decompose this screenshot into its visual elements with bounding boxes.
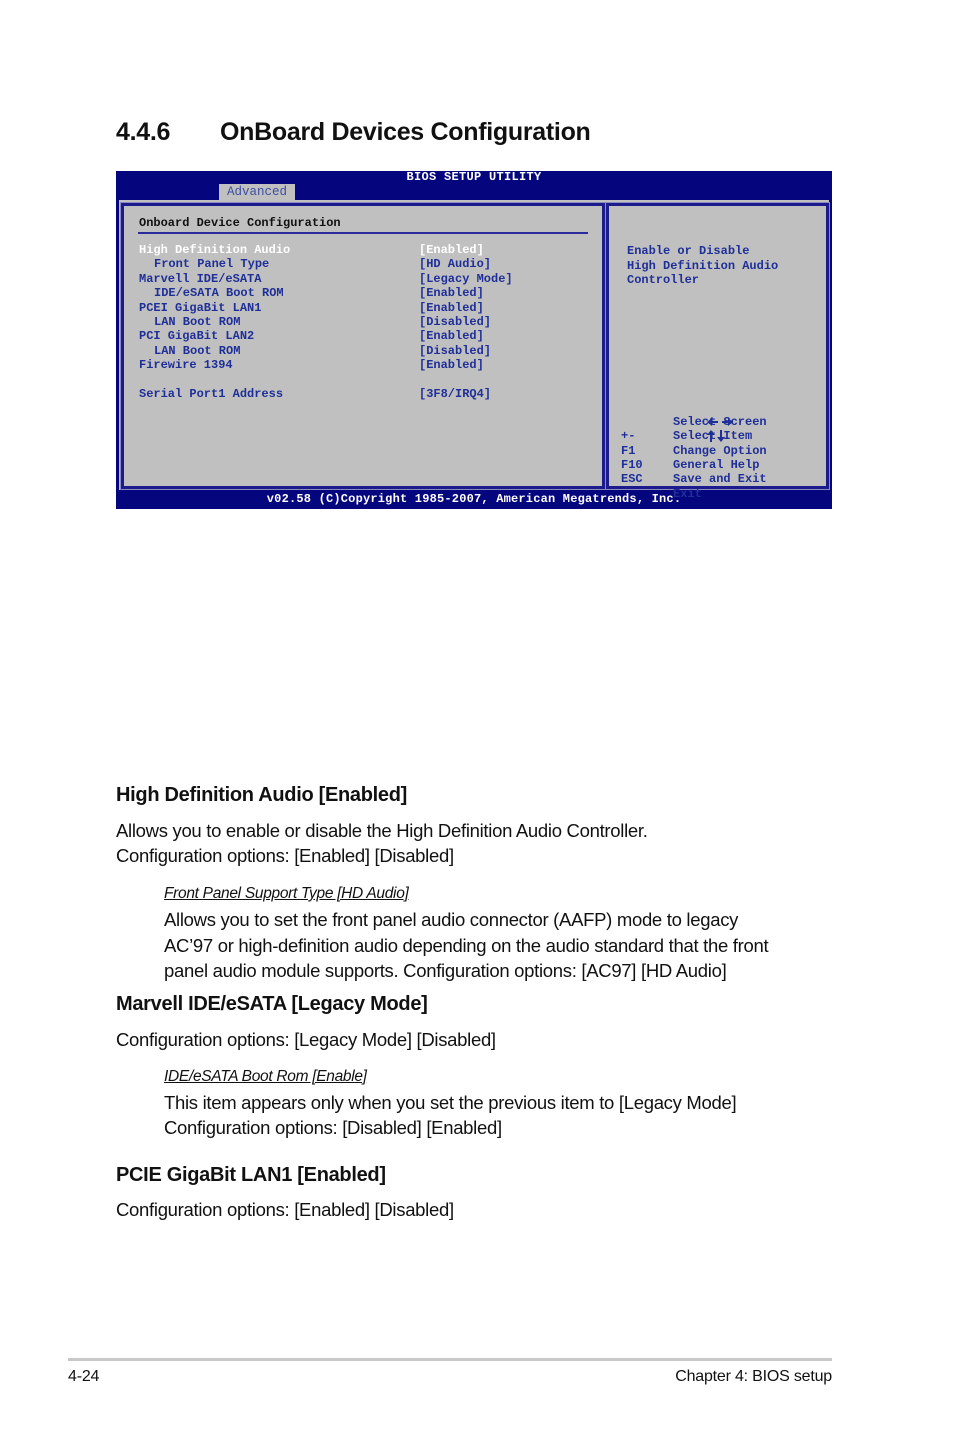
bios-setting-row[interactable]: IDE/eSATA Boot ROM [Enabled]	[139, 286, 599, 300]
settings-panel: Onboard Device Configuration High Defini…	[121, 203, 605, 489]
front-panel-desc-2: AC’97 or high-definition audio depending…	[164, 935, 769, 956]
key-row: Select Item	[621, 400, 752, 443]
bios-setting-row[interactable]: Firewire 1394 [Enabled]	[139, 358, 599, 372]
setting-value[interactable]: [Enabled]	[419, 301, 484, 315]
key-row: F1 General Help	[621, 429, 759, 472]
setting-label: PCI GigaBit LAN2	[139, 329, 255, 344]
setting-value[interactable]: [Enabled]	[419, 329, 484, 343]
setting-label: High Definition Audio	[139, 243, 291, 257]
hda-options: Configuration options: [Enabled] [Disabl…	[116, 845, 454, 866]
front-panel-desc-3: panel audio module supports. Configurati…	[164, 960, 727, 981]
key-label: ESC	[621, 472, 643, 487]
setting-label: LAN Boot ROM	[154, 314, 241, 329]
esata-boot-desc: This item appears only when you set the …	[164, 1092, 737, 1113]
bios-setting-row[interactable]: LAN Boot ROM [Disabled]	[139, 344, 599, 358]
chapter-label: Chapter 4: BIOS setup	[675, 1368, 832, 1385]
bios-setting-row[interactable]: Serial Port1 Address [3F8/IRQ4]	[139, 387, 599, 401]
setting-value[interactable]: [Enabled]	[419, 286, 484, 300]
bios-setting-row[interactable]: PCI GigaBit LAN2 [Enabled]	[139, 329, 599, 343]
section-heading: 4.4.6 OnBoard Devices Configuration	[116, 118, 591, 147]
bios-copyright: v02.58 (C)Copyright 1985-2007, American …	[266, 492, 682, 506]
marvell-options: Configuration options: [Legacy Mode] [Di…	[116, 1029, 496, 1050]
section-title: OnBoard Devices Configuration	[220, 118, 591, 146]
setting-label: Front Panel Type	[154, 257, 270, 272]
bios-title: BIOS SETUP UTILITY	[406, 170, 542, 184]
hda-desc: Allows you to enable or disable the High…	[116, 820, 648, 841]
setting-label: Serial Port1 Address	[139, 386, 284, 401]
setting-value[interactable]: [Disabled]	[419, 315, 491, 329]
key-row: +- Change Option	[621, 415, 767, 457]
lan1-heading: PCIE GigaBit LAN1 [Enabled]	[116, 1164, 386, 1186]
key-row: Select Screen	[621, 386, 767, 429]
setting-label: PCEI GigaBit LAN1	[139, 300, 262, 315]
help-panel: Enable or Disable High Definition Audio …	[606, 203, 829, 501]
bios-setting-row[interactable]: LAN Boot ROM [Disabled]	[139, 315, 599, 329]
section-number: 4.4.6	[116, 118, 171, 146]
marvell-heading: Marvell IDE/eSATA [Legacy Mode]	[116, 993, 428, 1015]
key-row: F10 Save and Exit	[621, 444, 767, 486]
bios-setting-row[interactable]: Front Panel Type [HD Audio]	[139, 257, 599, 271]
tab-advanced[interactable]: Advanced	[219, 184, 295, 200]
setting-value[interactable]: [Enabled]	[419, 358, 484, 372]
help-text: Enable or Disable High Definition Audio …	[627, 244, 778, 288]
key-legend: Select Screen Select Item +- Change Opti…	[621, 386, 767, 501]
front-panel-subheading: Front Panel Support Type [HD Audio]	[164, 885, 409, 902]
setting-value[interactable]: [Disabled]	[419, 344, 491, 358]
key-row: ESC Exit	[621, 458, 702, 500]
lan1-options: Configuration options: [Enabled] [Disabl…	[116, 1199, 454, 1220]
setting-label: LAN Boot ROM	[154, 343, 241, 358]
bios-setting-row[interactable]: PCEI GigaBit LAN1 [Enabled]	[139, 301, 599, 315]
help-line: Enable or Disable	[627, 244, 750, 258]
bios-setting-row[interactable]: High Definition Audio [Enabled]	[139, 243, 599, 257]
setting-value[interactable]: [HD Audio]	[419, 257, 491, 271]
bios-frame: Onboard Device Configuration High Defini…	[119, 200, 829, 501]
help-line: Controller	[627, 273, 700, 287]
setting-label: Marvell IDE/eSATA	[139, 271, 262, 286]
help-line: High Definition Audio	[627, 258, 779, 273]
setting-label: Firewire 1394	[139, 358, 233, 373]
hda-heading: High Definition Audio [Enabled]	[116, 784, 408, 806]
setting-value[interactable]: [Enabled]	[419, 243, 484, 257]
setting-value[interactable]: [3F8/IRQ4]	[419, 387, 491, 401]
settings-list: High Definition Audio [Enabled] Front Pane…	[139, 243, 599, 401]
bios-setting-row[interactable]: Marvell IDE/eSATA [Legacy Mode]	[139, 272, 599, 286]
page-number: 4-24	[68, 1368, 100, 1385]
footer-rule	[68, 1358, 832, 1361]
panel-divider	[138, 232, 588, 234]
esata-boot-options: Configuration options: [Disabled] [Enabl…	[164, 1117, 502, 1138]
setting-value[interactable]: [Legacy Mode]	[419, 272, 513, 286]
front-panel-desc-1: Allows you to set the front panel audio …	[164, 909, 739, 930]
bios-screen: BIOS SETUP UTILITY Advanced Onboard Devi…	[116, 171, 832, 509]
panel-title: Onboard Device Configuration	[139, 216, 341, 230]
esata-boot-subheading: IDE/eSATA Boot Rom [Enable]	[164, 1068, 367, 1085]
setting-label: IDE/eSATA Boot ROM	[154, 286, 284, 301]
